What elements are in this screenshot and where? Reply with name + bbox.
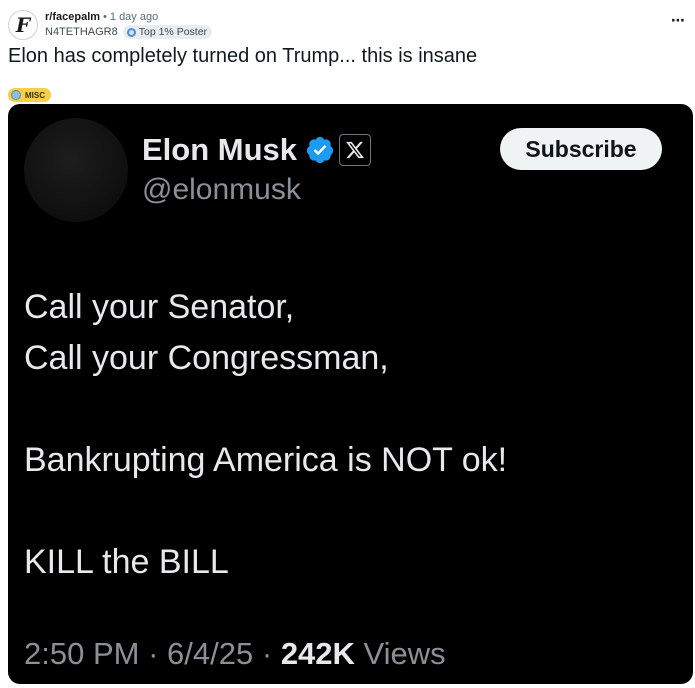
flair-label: MISC: [25, 90, 45, 100]
badge-icon: [126, 27, 136, 37]
subreddit-avatar[interactable]: F: [8, 10, 38, 40]
author-line: N4TETHAGR8 Top 1% Poster: [45, 25, 213, 39]
tweet-author-name: Elon Musk: [142, 132, 298, 167]
user-badge: Top 1% Poster: [122, 25, 213, 39]
post-flair[interactable]: MISC: [8, 88, 51, 102]
user-badge-label: Top 1% Poster: [138, 26, 208, 38]
post-meta: r/facepalm • 1 day ago: [45, 11, 158, 24]
post-age: 1 day ago: [109, 11, 159, 23]
subscribe-button[interactable]: Subscribe: [500, 128, 662, 170]
tweet-footer: 2:50 PM · 6/4/25 · 242K Views: [24, 632, 446, 676]
tweet-line: KILL the BILL: [24, 543, 229, 581]
x-logo-icon: [339, 134, 372, 166]
separator-dot: •: [103, 11, 107, 23]
tweet-time: 2:50 PM: [24, 636, 140, 671]
tweet-line: Call your Congressman,: [24, 339, 389, 377]
separator-dot: ·: [148, 636, 159, 671]
separator-dot: ·: [261, 636, 273, 671]
tweet-handle: @elonmusk: [142, 173, 301, 206]
tweet-image[interactable]: Elon Musk @elonmusk Subscribe Call your …: [8, 104, 693, 684]
tweet-views-count: 242K: [280, 636, 355, 671]
tweet-views-label: Views: [363, 636, 446, 671]
post-title[interactable]: Elon has completely turned on Trump... t…: [8, 44, 477, 68]
tweet-text: Call your Senator, Call your Congressman…: [24, 282, 507, 588]
subreddit-link[interactable]: r/facepalm: [45, 11, 100, 23]
more-options-icon[interactable]: ⋯: [671, 12, 685, 29]
author-link[interactable]: N4TETHAGR8: [45, 25, 118, 39]
tweet-name-row: Elon Musk: [142, 130, 372, 170]
tweet-date: 6/4/25: [167, 636, 254, 671]
flair-icon: [11, 90, 21, 100]
tweet-line: Bankrupting America is NOT ok!: [24, 441, 508, 479]
tweet-avatar: [24, 118, 128, 222]
post-header: F r/facepalm • 1 day ago N4TETHAGR8 Top 1%…: [8, 8, 687, 40]
tweet-line: Call your Senator,: [24, 288, 295, 326]
verified-badge-icon: [306, 136, 334, 164]
